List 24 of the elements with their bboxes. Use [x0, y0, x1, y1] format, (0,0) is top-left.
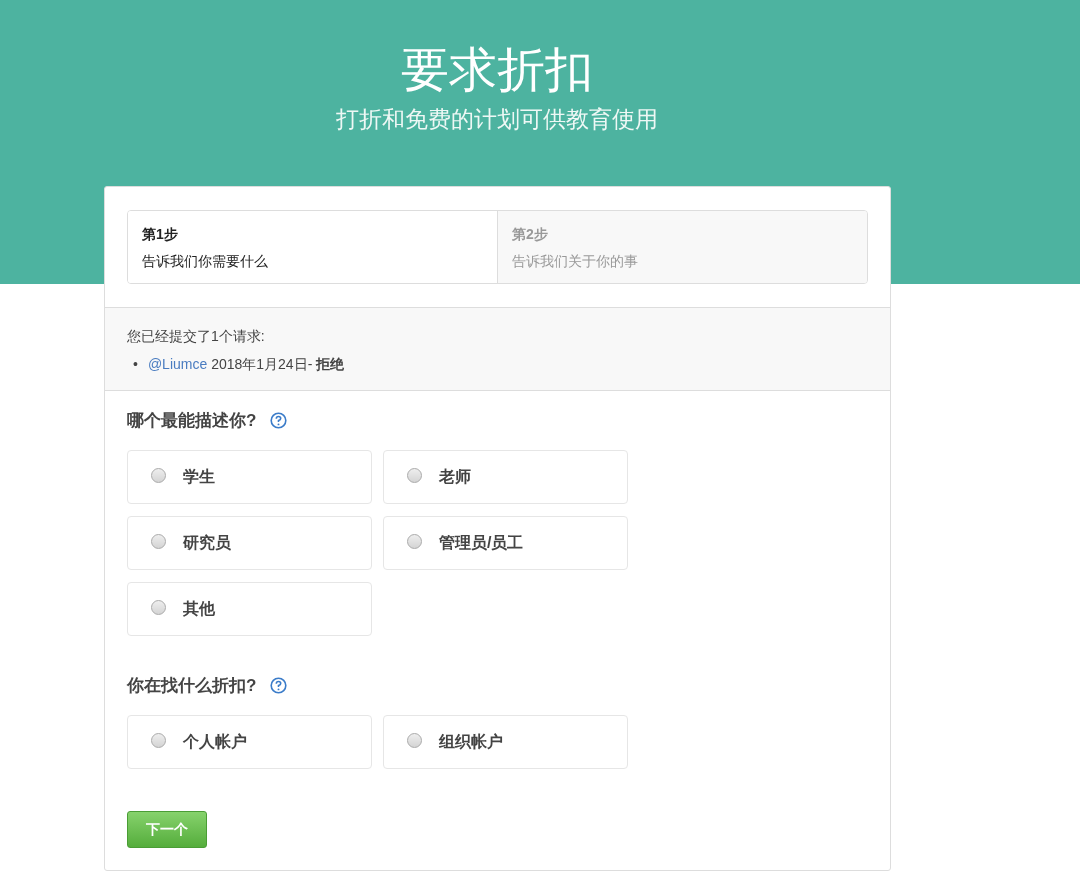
radio-button[interactable] — [407, 732, 422, 748]
radio-button[interactable] — [151, 467, 166, 483]
option-card[interactable]: 个人帐户 — [127, 715, 372, 769]
list-bullet: • — [133, 355, 138, 374]
question-title: 你在找什么折扣? — [127, 675, 257, 697]
help-icon[interactable] — [270, 677, 288, 694]
radio-button[interactable] — [151, 533, 166, 549]
option-card[interactable]: 其他 — [127, 582, 372, 636]
option-card[interactable]: 管理员/员工 — [383, 516, 628, 570]
page-title: 要求折扣 — [400, 42, 594, 98]
radio-button[interactable] — [407, 467, 422, 483]
radio-button[interactable] — [151, 599, 166, 615]
option-card[interactable]: 老师 — [383, 450, 628, 504]
notice-text: 您已经提交了1个请求: — [127, 328, 266, 346]
user-link[interactable]: @Liumce — [147, 356, 208, 372]
radio-button[interactable] — [151, 732, 166, 748]
option-card[interactable]: 研究员 — [127, 516, 372, 570]
help-icon[interactable] — [270, 412, 288, 429]
radio-button[interactable] — [407, 533, 422, 549]
request-entry: @Liumce 2018年1月24日- 拒绝 — [147, 355, 345, 374]
option-card[interactable]: 学生 — [127, 450, 372, 504]
question-title: 哪个最能描述你? — [127, 410, 257, 432]
page-subtitle: 打折和免费的计划可供教育使用 — [335, 105, 659, 134]
option-card[interactable]: 组织帐户 — [383, 715, 628, 769]
